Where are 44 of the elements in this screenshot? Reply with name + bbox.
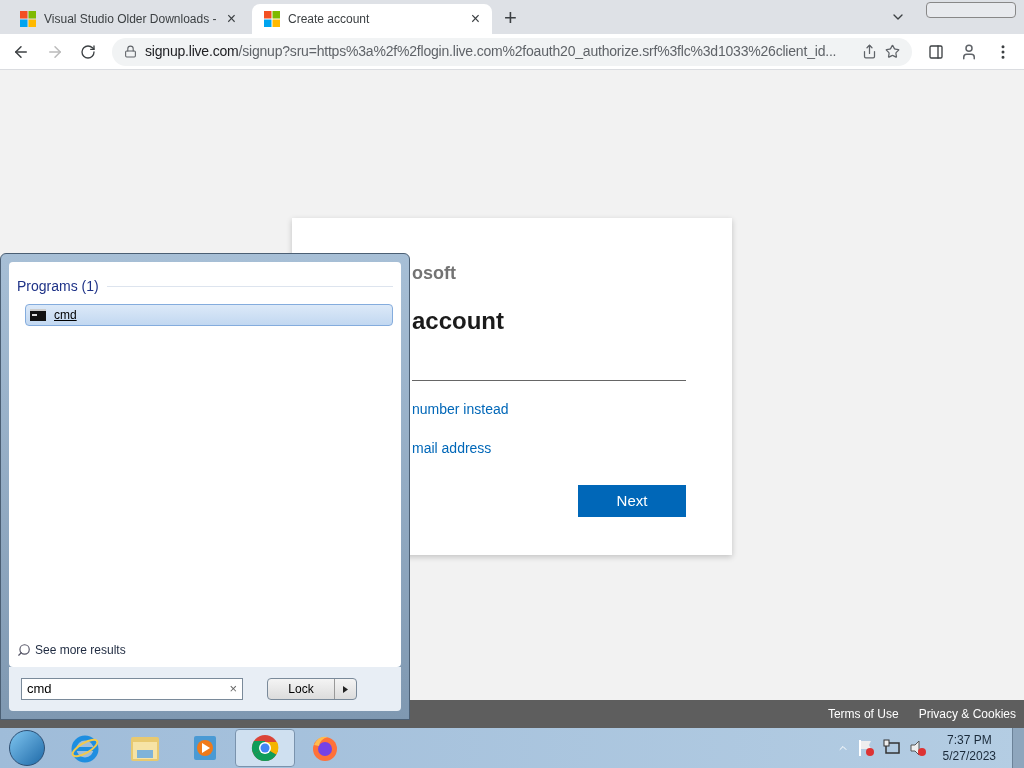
see-more-link[interactable]: See more results xyxy=(35,641,126,659)
terminal-icon xyxy=(30,309,46,321)
brand-name: osoft xyxy=(412,262,457,285)
footer-link[interactable]: Privacy & Cookies xyxy=(918,705,1016,723)
play-icon[interactable] xyxy=(191,733,219,763)
browser-tab[interactable]: Create account × xyxy=(252,4,492,34)
clock-date[interactable]: 5/27/2023 xyxy=(942,748,996,764)
result-label: cmd xyxy=(54,307,77,324)
active-taskbar-button[interactable] xyxy=(235,729,295,767)
chrome-icon[interactable] xyxy=(250,733,280,763)
address-bar[interactable]: signup.live.com/signup?sru=https%3a%2f%2flogin.live.com%2foauth20_authorize.srf%3flc%3d1033%26client_id... xyxy=(112,37,912,66)
windows-logo-icon xyxy=(264,11,280,27)
phone-link[interactable]: number instead xyxy=(412,399,686,420)
tab-title: Create account xyxy=(288,11,371,28)
new-tab-button[interactable]: + xyxy=(496,0,525,34)
triangle-right-icon xyxy=(343,685,348,693)
browser-tab[interactable]: Visual Studio Older Downloads - × xyxy=(8,4,248,34)
search-value: cmd xyxy=(27,680,53,699)
clear-button[interactable]: × xyxy=(229,679,237,699)
lock-icon xyxy=(124,45,137,58)
start-orb-icon[interactable] xyxy=(9,730,45,766)
search-icon xyxy=(17,643,31,657)
next-button[interactable]: Next xyxy=(578,485,686,517)
bookmark-icon[interactable] xyxy=(885,44,900,59)
flag-icon[interactable] xyxy=(856,739,875,757)
url-text: signup.live.com/signup?sru=https%3a%2f%2flogin.live.com%2foauth20_authorize.srf%3flc%3d1033%26client_id... xyxy=(145,42,837,61)
page-heading: account xyxy=(412,306,505,336)
windows-logo-icon xyxy=(20,11,36,27)
search-field[interactable]: cmd × xyxy=(21,678,243,700)
tab-close-button[interactable]: × xyxy=(470,7,480,31)
result-item[interactable]: cmd xyxy=(25,304,393,326)
email-link[interactable]: mail address xyxy=(412,438,686,459)
clock-time[interactable]: 7:37 PM xyxy=(946,732,992,748)
side-panel-icon[interactable] xyxy=(928,43,944,60)
speaker-icon[interactable] xyxy=(908,739,927,757)
network-icon[interactable] xyxy=(882,739,901,757)
share-icon[interactable] xyxy=(862,44,877,59)
footer-link[interactable]: Terms of Use xyxy=(827,705,899,723)
tab-close-button[interactable]: × xyxy=(226,7,236,31)
letter-e-globe-icon[interactable] xyxy=(70,733,100,763)
section-heading: Programs (1) xyxy=(17,277,99,296)
reload-icon[interactable] xyxy=(80,43,96,60)
tab-title: Visual Studio Older Downloads - xyxy=(44,11,218,28)
profile-icon[interactable] xyxy=(960,42,978,61)
